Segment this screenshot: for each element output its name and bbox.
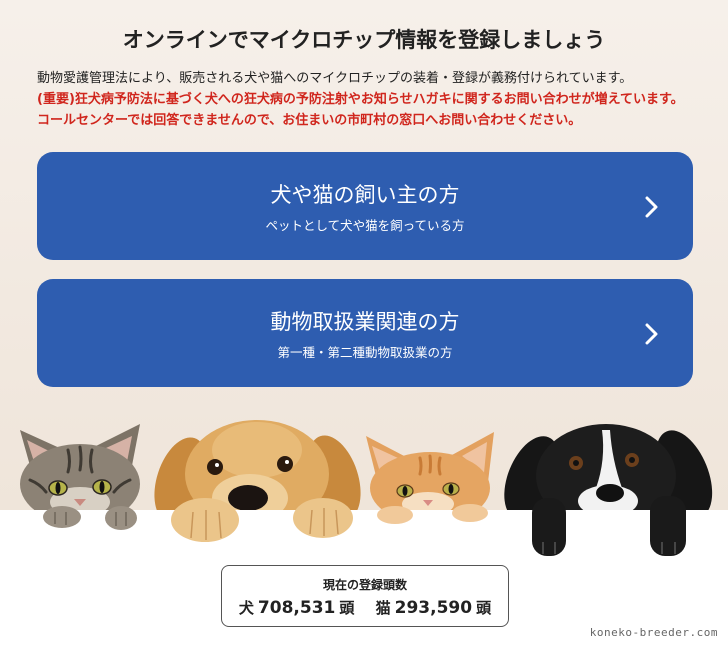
cat-pupil [99,481,105,493]
cat-pupil [402,486,408,496]
dog-eye [277,456,293,472]
paw [293,498,353,538]
cat-count: 293,590 [394,598,473,618]
leg [650,496,686,556]
registration-count-label: 現在の登録頭数 [322,578,407,592]
dog-unit: 頭 [339,599,355,617]
dog-eye-highlight [285,460,289,464]
intro-section: 動物愛護管理法により、販売される犬や猫へのマイクロチップの装着・登録が義務付けら… [37,68,721,131]
paw [377,506,413,524]
leg [532,498,566,556]
paw [105,506,137,530]
cat-pupil [55,482,61,494]
registration-count-values: 犬 708,531 頭 猫 293,590 頭 [222,597,508,619]
dog-count: 708,531 [257,598,336,618]
dog-eye-highlight [215,463,219,467]
chevron-right-icon [645,323,658,345]
cat-pupil [448,484,454,494]
dog-nose [596,484,624,502]
watermark: koneko-breeder.com [589,626,718,639]
cat-unit: 頭 [476,599,492,617]
option-title: 犬や猫の飼い主の方 [270,183,460,207]
animal-business-button[interactable]: 動物取扱業関連の方 第一種・第二種動物取扱業の方 [37,279,693,387]
paw [171,498,239,542]
dog-pupil [629,457,635,463]
paw [452,504,488,522]
pets-illustration [0,420,728,570]
paw [43,506,81,528]
option-title: 動物取扱業関連の方 [270,310,460,334]
dog-eye [207,459,223,475]
option-subtitle: 第一種・第二種動物取扱業の方 [277,345,453,360]
option-subtitle: ペットとして犬や猫を飼っている方 [265,218,465,233]
notice-text-2: コールセンターでは回答できませんので、お住まいの市町村の窓口へお問い合わせくださ… [37,113,582,128]
cat-count-group: 猫 293,590 頭 [375,598,492,618]
cat-label: 猫 [375,599,391,617]
chevron-right-icon [645,196,658,218]
notice-text-1: (重要)狂犬病予防法に基づく犬への狂犬病の予防注射やお知らせハガキに関するお問い… [37,92,684,107]
dog-nose [228,485,268,511]
pet-owner-button[interactable]: 犬や猫の飼い主の方 ペットとして犬や猫を飼っている方 [37,152,693,260]
dog-pupil [573,460,579,466]
dog-label: 犬 [238,599,254,617]
page-title: オンラインでマイクロチップ情報を登録しましょう [122,28,606,52]
dog-count-group: 犬 708,531 頭 [238,598,360,618]
registration-count-box: 現在の登録頭数 犬 708,531 頭 猫 293,590 頭 [221,565,509,627]
intro-text: 動物愛護管理法により、販売される犬や猫へのマイクロチップの装着・登録が義務付けら… [37,71,633,86]
